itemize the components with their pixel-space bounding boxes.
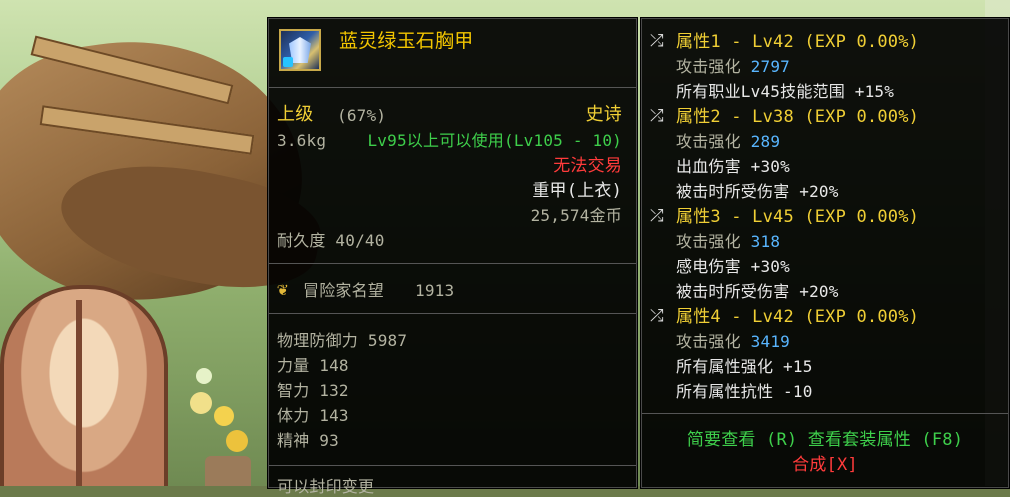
trade-status: 无法交易 [553,156,622,176]
shuffle-icon: ⤮ [650,106,664,126]
enhance-label: 攻击强化 [676,232,741,251]
enhance-label: 攻击强化 [676,332,741,351]
flower [214,406,234,426]
laurel-icon: ❦ [277,279,288,300]
fame-value: 1913 [415,281,455,300]
stat-label: 智力 [277,381,310,400]
arched-door [0,285,168,486]
lock-icon [283,57,293,67]
enhance-label: 攻击强化 [676,132,741,151]
door-seam [76,300,82,486]
attribute-4-line-2: 所有属性抗性 -10 [676,382,813,401]
flower [190,392,212,414]
item-grade: 上级 [277,104,314,125]
shuffle-icon: ⤮ [650,206,664,226]
attribute-4-header: 属性4 - Lv42 (EXP 0.00%) [676,307,920,327]
divider [642,413,1008,414]
attribute-1-enhance: 攻击强化 2797 [676,57,790,77]
attribute-4-line-1: 所有属性强化 +15 [676,357,813,376]
item-weight: 3.6kg [277,131,327,150]
attribute-3-line-2: 被击时所受伤害 +20% [676,282,839,301]
attribute-3-enhance: 攻击强化 318 [676,232,780,252]
divider [269,465,636,466]
stat-value: 132 [319,381,349,400]
combine-hint[interactable]: 合成[X] [642,455,1008,475]
stat-value: 93 [319,431,339,450]
shuffle-icon: ⤮ [650,31,664,51]
item-grade-percent: (67%) [337,106,387,125]
stat-label: 体力 [277,406,310,425]
enhance-label: 攻击强化 [676,57,741,76]
fame-label: 冒险家名望 [303,281,385,300]
divider [269,263,636,264]
breastplate-icon [279,29,321,71]
durability: 耐久度 40/40 [277,231,385,250]
attribute-2-line-1: 出血伤害 +30% [676,157,790,176]
enhance-value: 2797 [750,57,790,76]
summary-view-hint[interactable]: 简要查看 (R) 查看套装属性 (F8) [642,430,1008,450]
enhance-value: 318 [750,232,781,251]
enhance-value: 289 [750,132,781,151]
flower [196,368,212,384]
attribute-1-header: 属性1 - Lv42 (EXP 0.00%) [676,32,920,52]
item-rarity: 史诗 [585,104,622,125]
shuffle-icon: ⤮ [650,306,664,326]
stat-intelligence: 智力 132 [277,381,349,401]
attribute-3-line-1: 感电伤害 +30% [676,257,790,276]
item-name: 蓝灵绿玉石胸甲 [339,30,474,52]
seal-change-text: 可以封印变更 [277,477,375,496]
enhance-value: 3419 [750,332,790,351]
attribute-2-header: 属性2 - Lv38 (EXP 0.00%) [676,107,920,127]
stat-label: 力量 [277,356,310,375]
divider [269,87,636,88]
flower [226,430,248,452]
stat-label: 物理防御力 [277,331,359,350]
stat-strength: 力量 148 [277,356,349,376]
attribute-2-line-2: 被击时所受伤害 +20% [676,182,839,201]
stat-vitality: 体力 143 [277,406,349,426]
stat-value: 143 [319,406,349,425]
flower-pot [205,456,251,486]
attribute-1-line-1: 所有职业Lv45技能范围 +15% [676,82,895,101]
stat-label: 精神 [277,431,310,450]
stat-value: 5987 [367,331,408,350]
stat-value: 148 [319,356,349,375]
item-price: 25,574金币 [530,206,622,225]
attribute-tooltip-panel: ⤮ 属性1 - Lv42 (EXP 0.00%) 攻击强化 2797 所有职业L… [641,18,1009,488]
stat-spirit: 精神 93 [277,431,339,451]
stat-physical-defense: 物理防御力 5987 [277,331,407,351]
divider [269,313,636,314]
attribute-3-header: 属性3 - Lv45 (EXP 0.00%) [676,207,920,227]
level-requirement: Lv95以上可以使用(Lv105 - 10) [367,131,622,150]
attribute-2-enhance: 攻击强化 289 [676,132,780,152]
attribute-4-enhance: 攻击强化 3419 [676,332,790,352]
armor-type: 重甲(上衣) [532,181,622,201]
item-tooltip-panel: 蓝灵绿玉石胸甲 上级 (67%) 史诗 3.6kg Lv95以上可以使用(Lv1… [268,18,637,496]
